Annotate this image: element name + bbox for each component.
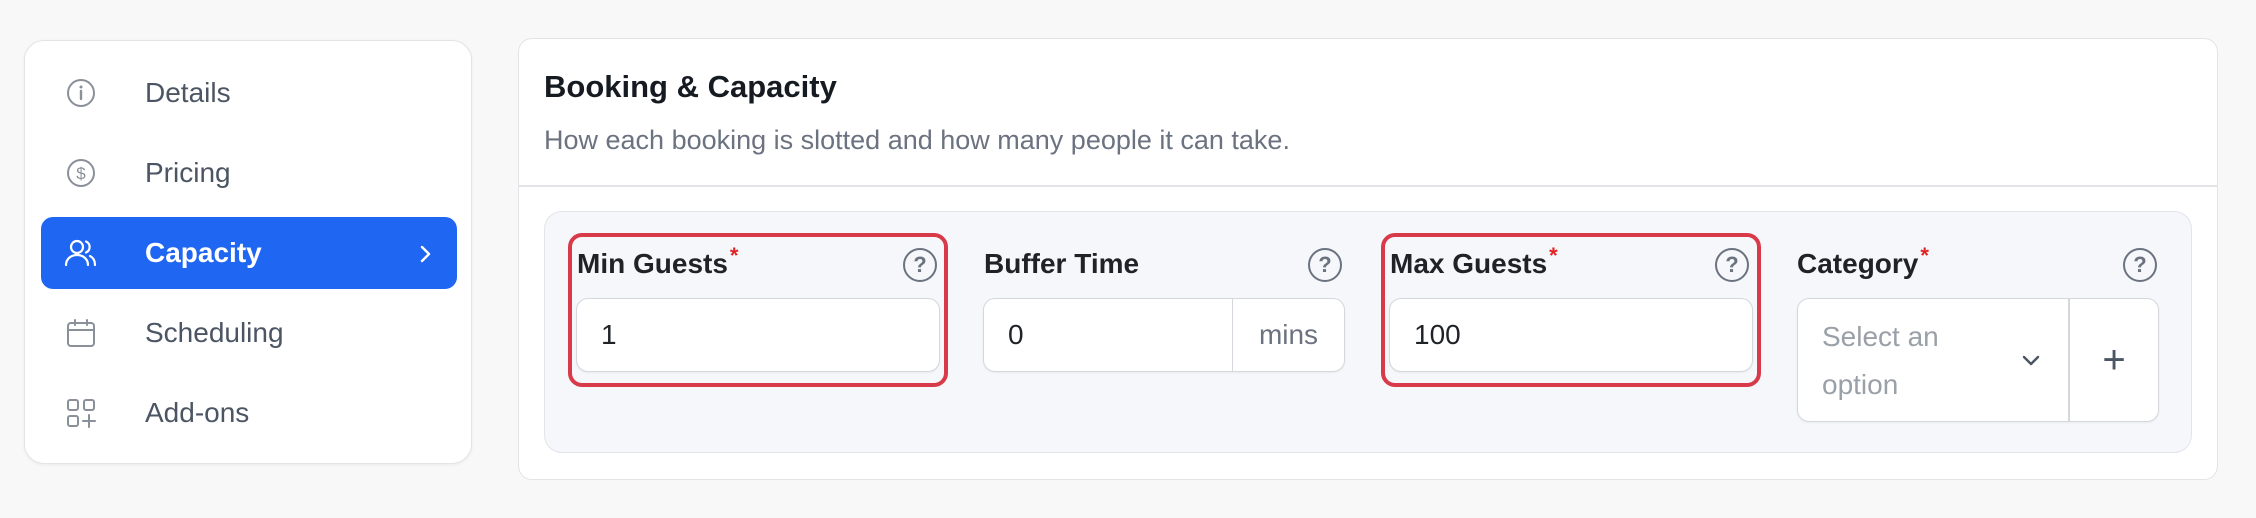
buffer-time-suffix: mins (1232, 299, 1344, 371)
category-label: Category* (1797, 243, 1929, 280)
required-marker: * (1920, 243, 1929, 268)
info-icon (64, 76, 98, 110)
buffer-time-label: Buffer Time (984, 248, 1139, 280)
divider (519, 185, 2217, 187)
min-guests-input[interactable]: 1 (576, 298, 940, 372)
fields-panel: Min Guests* ? 1 Buffer Time ? 0 mins Max… (544, 211, 2192, 453)
category-placeholder: Select an option (1822, 321, 1939, 400)
sidebar-item-pricing[interactable]: $ Pricing (41, 137, 457, 209)
sidebar-item-label: Details (145, 77, 231, 108)
sidebar-item-add-ons[interactable]: Add-ons (41, 377, 457, 449)
help-icon[interactable]: ? (1308, 248, 1342, 282)
min-guests-label: Min Guests* (577, 243, 738, 280)
sidebar-item-label: Capacity (145, 237, 262, 268)
card-title: Booking & Capacity (544, 69, 837, 104)
sidebar-item-details[interactable]: Details (41, 57, 457, 129)
max-guests-value: 100 (1414, 319, 1461, 350)
buffer-time-input[interactable]: 0 mins (983, 298, 1345, 372)
sidebar-item-label: Scheduling (145, 317, 284, 348)
sidebar-item-capacity[interactable]: Capacity (41, 217, 457, 289)
max-guests-label: Max Guests* (1390, 243, 1558, 280)
add-ons-icon (64, 396, 98, 430)
svg-text:$: $ (76, 164, 86, 183)
category-label-text: Category (1797, 248, 1919, 279)
sidebar: Details $ Pricing Capacity Scheduling Ad… (24, 40, 472, 464)
help-icon[interactable]: ? (1715, 248, 1749, 282)
card-subtitle: How each booking is slotted and how many… (544, 125, 1290, 155)
dollar-icon: $ (64, 156, 98, 190)
buffer-time-label-text: Buffer Time (984, 248, 1140, 279)
page: Details $ Pricing Capacity Scheduling Ad… (0, 0, 2256, 518)
help-icon[interactable]: ? (903, 248, 937, 282)
add-category-button[interactable]: + (2070, 299, 2158, 421)
sidebar-item-label: Pricing (145, 157, 231, 188)
max-guests-input[interactable]: 100 (1389, 298, 1753, 372)
chevron-down-icon (2018, 347, 2044, 373)
sidebar-item-scheduling[interactable]: Scheduling (41, 297, 457, 369)
booking-capacity-card: Booking & Capacity How each booking is s… (518, 38, 2218, 480)
buffer-time-value: 0 (1008, 319, 1024, 350)
help-icon[interactable]: ? (2123, 248, 2157, 282)
chevron-right-icon (413, 241, 437, 265)
max-guests-label-text: Max Guests (1390, 248, 1548, 279)
min-guests-value: 1 (601, 319, 617, 350)
category-select[interactable]: Select an option + (1797, 298, 2159, 422)
users-icon (64, 236, 98, 270)
required-marker: * (729, 243, 739, 268)
calendar-icon (64, 316, 98, 350)
sidebar-item-label: Add-ons (145, 397, 250, 428)
required-marker: * (1549, 243, 1558, 268)
min-guests-label-text: Min Guests (577, 248, 728, 279)
